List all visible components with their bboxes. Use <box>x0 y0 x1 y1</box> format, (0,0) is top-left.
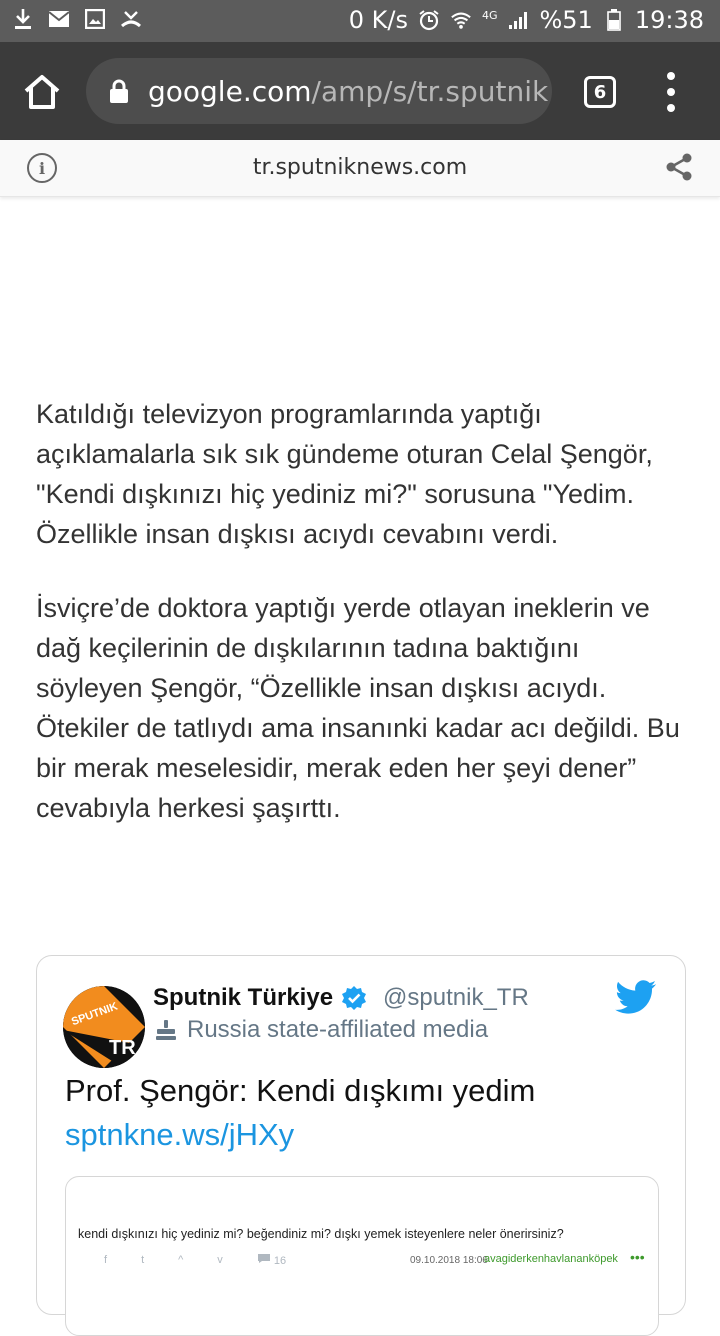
tweet-link[interactable]: sptnkne.ws/jHXy <box>65 1114 294 1156</box>
verified-badge-icon <box>341 985 367 1011</box>
image-icon <box>84 8 106 30</box>
comment-icon <box>257 1254 270 1263</box>
affiliation-text[interactable]: Russia state-affiliated media <box>187 1016 488 1044</box>
tweet-text: Prof. Şengör: Kendi dışkımı yedim <box>65 1073 536 1108</box>
avatar[interactable]: SPUTNIK TR <box>63 986 145 1068</box>
upvote-icon: ^ <box>178 1254 184 1266</box>
browser-toolbar: google.com/amp/s/tr.sputnik 6 <box>0 42 720 140</box>
tab-count: 6 <box>593 81 607 103</box>
embed-question-text: kendi dışkınızı hiç yediniz mi? beğendin… <box>78 1227 564 1241</box>
facebook-icon: f <box>104 1254 108 1266</box>
twitter-icon: t <box>141 1254 145 1266</box>
tweet-media-card[interactable]: kendi dışkınızı hiç yediniz mi? beğendin… <box>65 1176 659 1336</box>
share-icon[interactable] <box>664 152 694 182</box>
tweet-author-row: Sputnik Türkiye @sputnik_TR <box>153 984 529 1012</box>
home-button[interactable] <box>22 72 62 112</box>
lock-icon <box>108 79 130 103</box>
comment-count: 16 <box>257 1253 286 1267</box>
url-path: /amp/s/tr.sputnik <box>311 75 549 108</box>
embed-username: avagiderkenhavlananköpek <box>484 1253 618 1265</box>
comment-count-value: 16 <box>273 1255 287 1267</box>
download-icon <box>12 8 34 30</box>
site-domain[interactable]: tr.sputniknews.com <box>0 155 720 180</box>
article-paragraph: İsviçre’de doktora yaptığı yerde otlayan… <box>36 593 680 823</box>
embedded-tweet[interactable]: SPUTNIK TR Sputnik Türkiye @sputnik_TR R… <box>36 955 686 1336</box>
battery-percent: %51 <box>539 6 593 34</box>
wifi-icon <box>450 9 472 31</box>
state-affiliation-label: Russia state-affiliated media <box>155 1016 488 1044</box>
avatar-tr: TR <box>109 1037 136 1059</box>
system-status: 0 K/s 4G %51 19:38 <box>349 6 704 34</box>
network-speed: 0 K/s <box>348 6 408 34</box>
menu-dot <box>667 72 675 80</box>
home-icon <box>24 75 60 109</box>
more-options-icon: ••• <box>630 1249 645 1265</box>
signal-icon <box>507 9 529 31</box>
url-domain: google.com <box>148 75 312 108</box>
embed-date: 09.10.2018 18:06 <box>410 1255 488 1266</box>
tweet-author-name[interactable]: Sputnik Türkiye <box>153 984 333 1012</box>
mail-icon <box>48 8 70 30</box>
clock: 19:38 <box>634 6 704 34</box>
tab-switcher-button[interactable]: 6 <box>584 76 616 108</box>
menu-dot <box>667 88 675 96</box>
amp-header-bar: i tr.sputniknews.com <box>0 140 720 197</box>
downvote-icon: v <box>217 1254 223 1266</box>
tweet-author-handle[interactable]: @sputnik_TR <box>383 984 529 1012</box>
network-type: 4G <box>481 8 498 22</box>
article-body: Katıldığı televizyon programlarında yapt… <box>36 394 686 862</box>
notification-icons <box>12 8 142 30</box>
status-bar: 0 K/s 4G %51 19:38 <box>0 0 720 42</box>
article-paragraph: Katıldığı televizyon programlarında yapt… <box>36 399 653 549</box>
menu-dot <box>667 104 675 112</box>
embed-actions: f t ^ v 16 <box>104 1253 286 1267</box>
url-bar[interactable]: google.com/amp/s/tr.sputnik <box>86 58 552 124</box>
missed-call-icon <box>120 8 142 30</box>
url-text: google.com/amp/s/tr.sputnik <box>148 75 548 108</box>
state-media-icon <box>155 1019 177 1041</box>
menu-button[interactable] <box>660 72 682 112</box>
battery-icon <box>603 9 625 31</box>
twitter-bird-icon[interactable] <box>615 980 657 1016</box>
alarm-icon <box>418 9 440 31</box>
